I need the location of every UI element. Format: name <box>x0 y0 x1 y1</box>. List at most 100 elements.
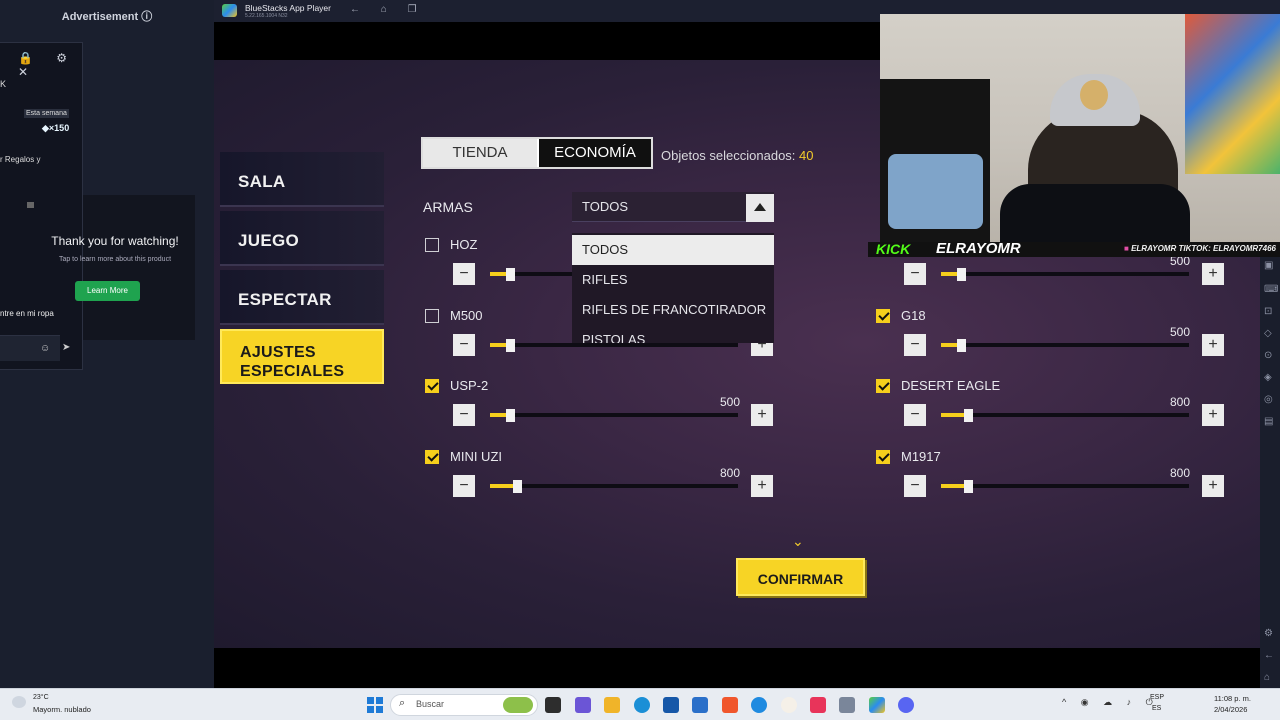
kick-logo: KICK <box>876 241 911 257</box>
chat-header-icons[interactable]: 🔒 ⚙ ✕ <box>18 51 82 79</box>
back-icon[interactable]: ← <box>1264 650 1274 661</box>
increase-button[interactable]: + <box>1202 475 1224 497</box>
sidebar-tool-icon[interactable]: ⊡ <box>1264 306 1272 317</box>
price-slider-handle[interactable] <box>506 339 515 352</box>
taskbar-widget-icon[interactable] <box>503 697 533 713</box>
sidebar-tool-icon[interactable]: ▣ <box>1264 260 1273 271</box>
increase-button[interactable]: + <box>751 404 773 426</box>
settings-icon[interactable]: ⚙ <box>1264 628 1273 639</box>
file-explorer-icon[interactable] <box>604 697 620 713</box>
decrease-button[interactable]: − <box>453 334 475 356</box>
search-icon: ⌕ <box>399 697 406 709</box>
telegram-icon[interactable] <box>751 697 767 713</box>
brave-icon[interactable] <box>722 697 738 713</box>
dropdown-options: TODOS RIFLES RIFLES DE FRANCOTIRADOR PIS… <box>572 233 774 343</box>
sidebar-tool-icon[interactable]: ◇ <box>1264 328 1272 339</box>
language-indicator[interactable]: ESP <box>1150 694 1164 701</box>
weapon-checkbox[interactable] <box>425 379 439 393</box>
settings-app-icon[interactable] <box>839 697 855 713</box>
gems-count: ◆×150 <box>42 123 70 133</box>
dropdown-toggle-button[interactable] <box>746 194 774 222</box>
tab-tienda[interactable]: TIENDA <box>423 139 537 167</box>
sidebar-tool-icon[interactable]: ▤ <box>1264 416 1273 427</box>
edge-icon[interactable] <box>634 697 650 713</box>
price-slider-handle[interactable] <box>964 409 973 422</box>
clock-time[interactable]: 11:08 p. m. <box>1214 694 1251 703</box>
decrease-button[interactable]: − <box>904 404 926 426</box>
price-slider-handle[interactable] <box>506 409 515 422</box>
emoji-icon[interactable]: ☺ <box>40 343 50 354</box>
increase-button[interactable]: + <box>1202 263 1224 285</box>
increase-button[interactable]: + <box>1202 404 1224 426</box>
bluestacks-taskbar-icon[interactable] <box>869 697 885 713</box>
learn-more-button[interactable]: Learn More <box>75 281 140 301</box>
weapon-price: 500 <box>719 395 740 409</box>
decrease-button[interactable]: − <box>904 475 926 497</box>
dropdown-option-rifles-francotirador[interactable]: RIFLES DE FRANCOTIRADOR <box>572 295 774 325</box>
menu-ajustes-especiales[interactable]: AJUSTES ESPECIALES <box>220 329 384 384</box>
price-slider-track[interactable] <box>941 413 1189 417</box>
price-slider-handle[interactable] <box>957 339 966 352</box>
price-slider-track[interactable] <box>941 272 1189 276</box>
price-slider-handle[interactable] <box>964 480 973 493</box>
discord-icon[interactable] <box>898 697 914 713</box>
system-tray-icons[interactable]: ^ ◉ ☁ ♪ ⏻ <box>1062 697 1159 708</box>
decrease-button[interactable]: − <box>453 263 475 285</box>
sidebar-tool-icon[interactable]: ⊙ <box>1264 350 1272 361</box>
weapon-checkbox[interactable] <box>876 309 890 323</box>
weapon-checkbox[interactable] <box>876 450 890 464</box>
dropdown-option-todos[interactable]: TODOS <box>572 235 774 265</box>
sidebar-tool-icon[interactable]: ◎ <box>1264 394 1273 405</box>
titlebar-nav-icons[interactable]: ← ⌂ ❐ <box>350 4 426 15</box>
menu-sala[interactable]: SALA <box>220 152 384 207</box>
task-view-icon[interactable] <box>545 697 561 713</box>
weather-icon[interactable] <box>12 696 26 708</box>
weapon-name: USP-2 <box>450 378 489 393</box>
confirm-button[interactable]: CONFIRMAR <box>736 558 865 596</box>
decrease-button[interactable]: − <box>453 404 475 426</box>
week-badge: Esta semana <box>24 109 69 118</box>
decrease-button[interactable]: − <box>904 263 926 285</box>
price-slider-handle[interactable] <box>506 268 515 281</box>
chat-text-fragment: K <box>0 79 7 89</box>
dropdown-option-rifles[interactable]: RIFLES <box>572 265 774 295</box>
menu-juego[interactable]: JUEGO <box>220 211 384 266</box>
price-slider-handle[interactable] <box>513 480 522 493</box>
send-icon[interactable]: ➤ <box>62 342 70 353</box>
store-icon[interactable] <box>663 697 679 713</box>
price-slider-track[interactable] <box>941 484 1189 488</box>
price-slider-track[interactable] <box>490 343 738 347</box>
chrome-icon[interactable] <box>781 697 797 713</box>
outlook-icon[interactable] <box>692 697 708 713</box>
tiktok-icon[interactable] <box>810 697 826 713</box>
weapon-checkbox[interactable] <box>425 309 439 323</box>
small-square-icon <box>27 202 34 208</box>
sidebar-tool-icon[interactable]: ⌨ <box>1264 284 1278 295</box>
scroll-down-chevron-icon[interactable]: ⌄ <box>792 533 804 550</box>
increase-button[interactable]: + <box>1202 334 1224 356</box>
weapon-checkbox[interactable] <box>876 379 890 393</box>
increase-button[interactable]: + <box>751 475 773 497</box>
ad-box <box>83 195 195 340</box>
weapon-name: M1917 <box>901 449 941 464</box>
price-slider-handle[interactable] <box>957 268 966 281</box>
price-slider-track[interactable] <box>490 484 738 488</box>
clock-date: 2/04/2026 <box>1214 705 1248 714</box>
dropdown-option-pistolas[interactable]: PISTOLAS <box>572 325 774 343</box>
menu-espectar[interactable]: ESPECTAR <box>220 270 384 325</box>
weapon-checkbox[interactable] <box>425 238 439 252</box>
weapon-checkbox[interactable] <box>425 450 439 464</box>
price-slider-track[interactable] <box>941 343 1189 347</box>
tab-economia[interactable]: ECONOMÍA <box>539 139 651 167</box>
decrease-button[interactable]: − <box>904 334 926 356</box>
home-icon[interactable]: ⌂ <box>1264 672 1270 683</box>
selected-objects: Objetos seleccionados: 40 <box>661 148 814 163</box>
start-icon[interactable] <box>367 697 383 713</box>
price-slider-track[interactable] <box>490 413 738 417</box>
decrease-button[interactable]: − <box>453 475 475 497</box>
weapon-price: 800 <box>1169 395 1190 409</box>
cap-badge <box>1080 80 1108 110</box>
sidebar-tool-icon[interactable]: ◈ <box>1264 372 1272 383</box>
app-icon[interactable] <box>575 697 591 713</box>
chat-input[interactable] <box>0 335 60 361</box>
